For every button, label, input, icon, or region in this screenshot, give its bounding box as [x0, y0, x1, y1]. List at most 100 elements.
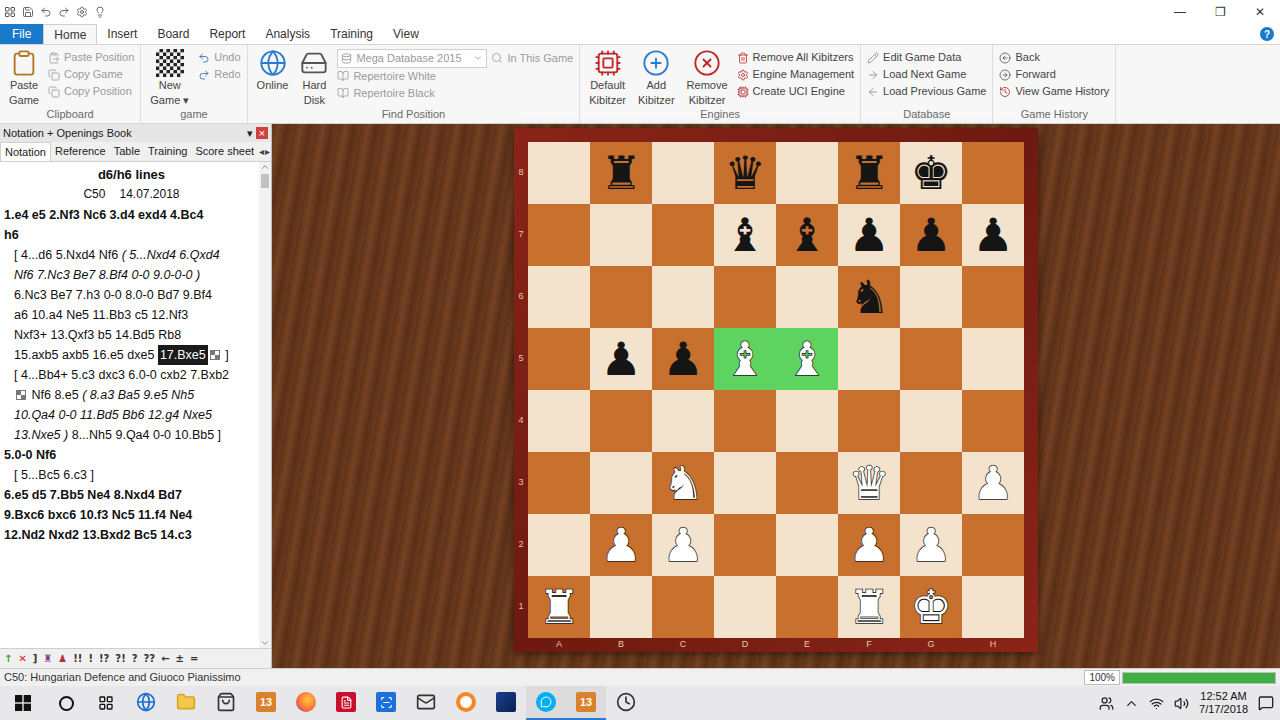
board-square[interactable]	[776, 514, 838, 576]
annotation-button[interactable]: ♜	[43, 654, 52, 664]
board-square[interactable]: ♟	[590, 328, 652, 390]
move-text[interactable]: 12.Nd2 Nxd2 13.Bxd2 Bc5 14.c3	[4, 525, 192, 545]
board-square[interactable]: ♟	[962, 204, 1024, 266]
black-piece-icon[interactable]: ♜	[848, 150, 889, 196]
ribbon-tab[interactable]: Report	[199, 24, 255, 44]
ribbon-tab[interactable]: Training	[320, 24, 383, 44]
board-square[interactable]: ♟	[590, 514, 652, 576]
ribbon-small-button[interactable]: View Game History	[999, 83, 1109, 100]
ribbon-large-button[interactable]: RemoveKibitzer	[684, 49, 731, 107]
ribbon-small-button[interactable]: Paste Position	[48, 49, 134, 66]
board-square[interactable]	[652, 576, 714, 638]
tab-scroll-button[interactable]: ▸	[265, 142, 271, 161]
board-square[interactable]: ♝	[714, 328, 776, 390]
ribbon-small-button[interactable]: Engine Management	[737, 66, 855, 83]
white-piece-icon[interactable]: ♛	[848, 460, 889, 506]
board-square[interactable]	[528, 514, 590, 576]
ribbon-tab[interactable]: Analysis	[255, 24, 320, 44]
board-square[interactable]	[528, 328, 590, 390]
black-piece-icon[interactable]: ♟	[600, 336, 641, 382]
board-square[interactable]	[652, 142, 714, 204]
help-button[interactable]: ?	[1260, 27, 1274, 41]
zoom-level[interactable]: 100%	[1084, 670, 1120, 685]
panel-tab[interactable]: Training	[144, 142, 191, 161]
board-square[interactable]: ♞	[652, 452, 714, 514]
tray-icon[interactable]	[1174, 696, 1189, 711]
black-piece-icon[interactable]: ♚	[910, 150, 951, 196]
white-piece-icon[interactable]: ♟	[910, 522, 951, 568]
panel-close-button[interactable]: ×	[256, 127, 268, 139]
ribbon-large-button[interactable]: NewGame ▾	[147, 49, 192, 107]
current-move[interactable]: 17.Bxe5	[158, 345, 208, 365]
panel-tab[interactable]: Reference	[51, 142, 110, 161]
panel-tab[interactable]: Score sheet	[191, 142, 258, 161]
board-square[interactable]	[900, 328, 962, 390]
search-button[interactable]	[46, 686, 86, 720]
notifications-icon[interactable]	[1258, 695, 1274, 711]
ribbon-small-button[interactable]: Load Next Game	[867, 66, 986, 83]
annotation-button[interactable]: ±	[176, 654, 184, 664]
move-text[interactable]: 15.axb5 axb5 16.e5 dxe5	[14, 345, 158, 365]
annotation-button[interactable]: ♟	[58, 654, 67, 664]
taskbar-app[interactable]	[526, 686, 566, 720]
white-piece-icon[interactable]: ♚	[910, 584, 951, 630]
move-text[interactable]: 6.Nc3 Be7 7.h3 0-0 8.0-0 Bd7 9.Bf4	[14, 285, 212, 305]
board-square[interactable]	[652, 266, 714, 328]
ribbon-small-button[interactable]: Load Previous Game	[867, 83, 986, 100]
board-square[interactable]: ♟	[652, 328, 714, 390]
move-text[interactable]: h6	[4, 225, 19, 245]
start-button[interactable]	[0, 686, 46, 720]
black-piece-icon[interactable]: ♛	[724, 150, 765, 196]
window-control[interactable]: —	[1160, 3, 1200, 21]
board-square[interactable]: ♜	[590, 142, 652, 204]
annotation-button[interactable]: ?	[132, 654, 138, 664]
tray-icon[interactable]	[1124, 696, 1139, 711]
task-view-button[interactable]	[86, 686, 126, 720]
board-square[interactable]	[714, 514, 776, 576]
board-square[interactable]	[776, 266, 838, 328]
taskbar-app[interactable]	[206, 686, 246, 720]
annotation-button[interactable]: !?	[99, 654, 109, 664]
ribbon-small-button[interactable]: Copy Game	[48, 66, 134, 83]
board-square[interactable]: ♚	[900, 142, 962, 204]
board-square[interactable]	[962, 576, 1024, 638]
board-square[interactable]	[528, 266, 590, 328]
board-square[interactable]	[776, 142, 838, 204]
board-square[interactable]	[962, 390, 1024, 452]
board-square[interactable]	[900, 266, 962, 328]
board-square[interactable]: ♛	[838, 452, 900, 514]
board-square[interactable]	[652, 390, 714, 452]
board-square[interactable]	[590, 204, 652, 266]
board-square[interactable]: ♝	[776, 204, 838, 266]
board-square[interactable]: ♟	[838, 204, 900, 266]
tray-icon[interactable]	[1099, 696, 1114, 711]
taskbar-app[interactable]: 13	[566, 686, 606, 720]
move-text[interactable]: 10.Qa4 0-0 11.Bd5 Bb6 12.g4 Nxe5	[14, 405, 212, 425]
quick-access-icon[interactable]	[22, 6, 34, 18]
board-square[interactable]	[962, 514, 1024, 576]
move-text[interactable]: 8...Nh5 9.Qa4 0-0 10.Bb5 ]	[68, 425, 221, 445]
ribbon-small-button[interactable]: Edit Game Data	[867, 49, 986, 66]
board-square[interactable]	[838, 390, 900, 452]
white-piece-icon[interactable]: ♟	[972, 460, 1013, 506]
move-text[interactable]: 1.e4 e5 2.Nf3 Nc6 3.d4 exd4 4.Bc4	[4, 205, 203, 225]
board-square[interactable]: ♞	[838, 266, 900, 328]
board-square[interactable]	[528, 390, 590, 452]
move-text[interactable]: [ 4...Bb4+ 5.c3 dxc3 6.0-0 cxb2 7.Bxb2	[14, 365, 229, 385]
ribbon-large-button[interactable]: DefaultKibitzer	[586, 49, 629, 107]
black-piece-icon[interactable]: ♝	[724, 212, 765, 258]
quick-access-icon[interactable]	[58, 6, 70, 18]
ribbon-large-button[interactable]: Online	[254, 49, 292, 92]
white-piece-icon[interactable]: ♞	[662, 460, 703, 506]
ribbon-tab[interactable]: Home	[43, 24, 97, 44]
annotation-button[interactable]: ↑	[4, 654, 12, 664]
board-square[interactable]	[776, 390, 838, 452]
move-text[interactable]: [ 5...Bc5 6.c3 ]	[14, 465, 94, 485]
board-square[interactable]	[900, 452, 962, 514]
panel-tab[interactable]: Table	[110, 142, 144, 161]
quick-access-icon[interactable]	[76, 6, 88, 18]
board-square[interactable]	[838, 328, 900, 390]
move-text[interactable]: ]	[222, 345, 229, 365]
taskbar-app[interactable]	[486, 686, 526, 720]
scroll-down-icon[interactable]	[260, 638, 270, 648]
